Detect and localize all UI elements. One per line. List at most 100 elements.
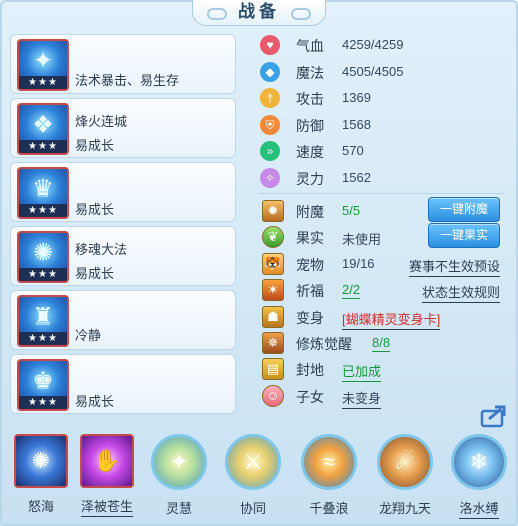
skill-name: 灵慧 <box>165 501 192 516</box>
flame-orb-icon: ✦ ★★★ <box>17 39 69 91</box>
star-rating: ★★★ <box>19 76 67 89</box>
one-click-enchant-button[interactable]: 一键附魔 <box>428 197 500 222</box>
one-click-fruit-button[interactable]: 一键果实 <box>428 223 500 249</box>
card-name: 烽火连城 <box>75 114 128 129</box>
skill-4[interactable]: ⚔ 协同 <box>222 434 284 517</box>
prop-row-blessing: ✶ 祈福 2/2 状态生效规则 <box>258 277 508 304</box>
transform-card-link[interactable]: [蝴蝶精灵变身卡] <box>342 309 441 330</box>
share-icon[interactable] <box>480 404 508 428</box>
blessing-hand-icon: ✋ <box>80 434 134 488</box>
card-description: 易成长 <box>75 202 115 217</box>
prop-value: 5/5 <box>342 203 361 218</box>
swirl-crown-icon: ✺ ★★★ <box>17 231 69 283</box>
prop-value: 未使用 <box>342 232 382 248</box>
skill-5[interactable]: ≈ 千叠浪 <box>298 434 360 517</box>
card-name: 冷静 <box>75 328 102 343</box>
card-description: 法术暴击、易生存 <box>75 73 180 88</box>
prop-row-fief: ▤ 封地 已加成 <box>258 356 508 383</box>
card-description: 易成长 <box>75 138 115 153</box>
skill-3[interactable]: ✦ 灵慧 <box>148 434 210 517</box>
wave-orb-icon: ≈ <box>301 434 357 490</box>
prayer-icon: ✶ <box>262 279 284 302</box>
stat-label: 灵力 <box>296 170 324 187</box>
child-icon: ☺ <box>262 384 284 407</box>
star-rating: ★★★ <box>19 396 67 409</box>
stat-value: 1369 <box>342 90 371 106</box>
speed-icon: » <box>260 141 280 162</box>
skill-name: 洛水缚 <box>459 498 499 519</box>
equipment-card-6[interactable]: ♚ ★★★ 易成长 <box>10 354 236 414</box>
stat-label: 防御 <box>296 117 324 134</box>
water-bind-icon: ❄ <box>451 434 507 490</box>
card-description: 易成长 <box>75 394 115 409</box>
stat-row-spd: » 速度 570 <box>258 138 508 165</box>
stat-label: 魔法 <box>296 64 324 81</box>
stat-label: 攻击 <box>296 91 324 108</box>
prop-label: 变身 <box>296 309 324 326</box>
leaf-icon: ❦ <box>262 226 284 249</box>
skill-2[interactable]: ✋ 泽被苍生 <box>76 434 138 517</box>
wisdom-figure-icon: ✦ <box>151 434 207 490</box>
prop-row-training: ✵ 修炼觉醒 8/8 <box>258 330 508 356</box>
status-rules-link[interactable]: 状态生效规则 <box>421 282 500 304</box>
skill-6[interactable]: ☄ 龙翔九天 <box>374 434 436 517</box>
equipment-card-5[interactable]: ♜ ★★★ 冷静 <box>10 290 236 350</box>
skill-1[interactable]: ✺ 怒海 <box>10 434 72 515</box>
star-rating: ★★★ <box>19 332 67 345</box>
diamond-icon: ◆ <box>260 61 280 82</box>
page-title: 战备 <box>192 0 326 26</box>
stat-row-mp: ◆ 魔法 4505/4505 <box>258 59 508 86</box>
equipment-card-1[interactable]: ✦ ★★★ 法术暴击、易生存 <box>10 34 236 94</box>
prop-value[interactable]: 2/2 <box>342 282 361 300</box>
stat-label: 速度 <box>296 144 324 161</box>
stat-value: 4259/4259 <box>342 37 404 52</box>
transform-icon: ☗ <box>262 305 284 328</box>
star-rating: ★★★ <box>19 268 67 281</box>
crown-pillar-icon: ♚ ★★★ <box>17 359 69 411</box>
training-icon: ✵ <box>262 331 284 354</box>
equipment-card-list: ✦ ★★★ 法术暴击、易生存 ❖ ★★★ 烽火连城 易成长 ♛ ★★★ 易成长 ✺ ★★… <box>10 34 236 418</box>
star-rating: ★★★ <box>19 204 67 217</box>
tournament-preset-link[interactable]: 赛事不生效预设 <box>408 256 500 277</box>
stat-row-atk: † 攻击 1369 <box>258 85 508 112</box>
star-rating: ★★★ <box>19 140 67 153</box>
sword-icon: † <box>260 88 280 109</box>
prop-value[interactable]: 8/8 <box>372 335 391 352</box>
stat-value: 4505/4505 <box>342 63 404 79</box>
prop-label: 修炼觉醒 <box>296 335 352 352</box>
sparkle-icon: ✧ <box>260 167 280 188</box>
prop-label: 祈福 <box>296 283 324 300</box>
divider <box>258 193 504 194</box>
crowned-bust-icon: ♛ ★★★ <box>17 167 69 219</box>
tiger-icon: 🐯 <box>262 252 284 275</box>
equipment-card-4[interactable]: ✺ ★★★ 移魂大法 易成长 <box>10 226 236 286</box>
stat-label: 气血 <box>296 38 324 54</box>
skill-name: 怒海 <box>27 499 54 514</box>
skill-name: 协同 <box>239 501 266 516</box>
prop-row-transform: ☗ 变身 [蝴蝶精灵变身卡] <box>258 304 508 330</box>
stat-row-spi: ✧ 灵力 1562 <box>258 165 508 192</box>
prop-value[interactable]: 未变身 <box>342 388 382 409</box>
attribute-stats: ♥ 气血 4259/4259 ◆ 魔法 4505/4505 † 攻击 1369 … <box>258 32 508 192</box>
skill-name: 千叠浪 <box>309 501 349 516</box>
fief-icon: ▤ <box>262 358 284 381</box>
prop-value[interactable]: 已加成 <box>342 361 382 383</box>
enhancement-list: ✹ 附魔 5/5 一键附魔 ❦ 果实 未使用 一键果实 🐯 宠物 19/16 赛… <box>258 197 508 409</box>
dragon-sky-icon: ☄ <box>377 434 433 490</box>
prop-label: 子女 <box>296 388 324 405</box>
prop-row-enchant: ✹ 附魔 5/5 一键附魔 <box>258 197 508 224</box>
heart-icon: ♥ <box>260 35 280 55</box>
skill-name: 龙翔九天 <box>378 501 431 516</box>
sword-rays-icon: ⚔ <box>225 434 281 490</box>
equipment-card-3[interactable]: ♛ ★★★ 易成长 <box>10 162 236 222</box>
skills-bar: ✺ 怒海 ✋ 泽被苍生 ✦ 灵慧 ⚔ 协同 ≈ 千叠浪 ☄ 龙翔九天 ❄ 洛水缚 <box>4 434 514 524</box>
skill-7[interactable]: ❄ 洛水缚 <box>448 434 510 519</box>
prop-label: 果实 <box>296 230 324 247</box>
prop-row-fruit: ❦ 果实 未使用 一键果实 <box>258 223 508 250</box>
enchant-icon: ✹ <box>262 200 284 222</box>
stat-value: 570 <box>342 143 364 159</box>
stat-value: 1562 <box>342 169 371 185</box>
equipment-card-2[interactable]: ❖ ★★★ 烽火连城 易成长 <box>10 98 236 158</box>
stat-row-def: ⛨ 防御 1568 <box>258 112 508 139</box>
skill-name: 泽被苍生 <box>80 496 133 517</box>
